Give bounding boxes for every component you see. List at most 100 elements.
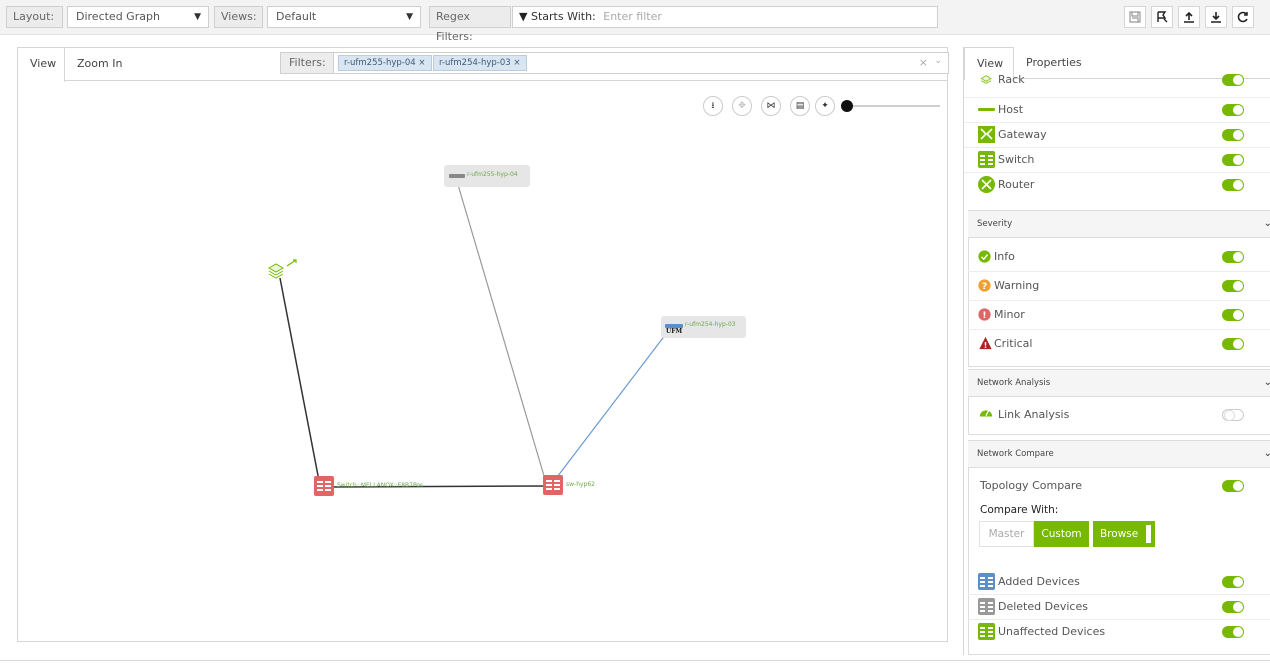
link-analysis-toggle[interactable] — [1222, 409, 1244, 421]
zoom-slider-track[interactable] — [844, 105, 940, 107]
regex-filters-label: Regex Filters: — [429, 6, 511, 43]
router-toggle[interactable] — [1222, 179, 1244, 191]
gateway-toggle[interactable] — [1222, 129, 1244, 141]
critical-toggle[interactable] — [1222, 338, 1244, 350]
tab-zoom-in[interactable]: Zoom In — [65, 48, 134, 81]
upload-button[interactable] — [1178, 6, 1200, 28]
info-check-icon — [978, 250, 991, 263]
refresh-icon — [1237, 11, 1248, 23]
link-line — [455, 177, 548, 487]
filter-chip[interactable]: r-ufm255-hyp-04 × — [338, 55, 432, 71]
info-toggle[interactable] — [1222, 251, 1244, 263]
regex-filter-input[interactable]: ▼ Starts With: Enter filter — [512, 6, 938, 28]
funnel-icon: ▼ — [519, 10, 528, 23]
graph-node-host[interactable]: UFM r-ufm254-hyp-03 — [661, 316, 746, 338]
fit-button[interactable]: ⋈ — [761, 96, 781, 116]
added-devices-toggle[interactable] — [1222, 576, 1244, 588]
filter-chip-label: r-ufm254-hyp-03 — [439, 58, 511, 68]
topology-canvas[interactable]: ⭳ ✥ ⋈ ▤ ✦ r-ufm255-hyp-04 UFM r-ufm254-h… — [18, 82, 947, 641]
severity-label: Minor — [994, 308, 1025, 321]
filter-chip[interactable]: r-ufm254-hyp-03 × — [433, 55, 527, 71]
gateway-icon — [978, 126, 995, 143]
severity-label: Warning — [994, 279, 1040, 292]
section-title: Network Analysis — [977, 378, 1051, 388]
unaffected-devices-toggle[interactable] — [1222, 626, 1244, 638]
warning-icon: ? — [978, 279, 991, 292]
close-icon[interactable]: × — [418, 58, 425, 68]
chevron-down-icon[interactable]: ⌄ — [1264, 370, 1270, 396]
deleted-devices-toggle[interactable] — [1222, 601, 1244, 613]
move-button[interactable]: ✥ — [732, 96, 752, 116]
fork-button[interactable] — [1151, 6, 1173, 28]
topology-compare-toggle[interactable] — [1222, 480, 1244, 492]
views-select[interactable]: Default ▼ — [267, 6, 421, 28]
legend-label: Added Devices — [998, 575, 1080, 588]
device-type-row: Rack — [978, 73, 1263, 98]
topology-compare-label: Topology Compare — [980, 479, 1082, 492]
compare-with-label: Compare With: — [980, 504, 1059, 516]
master-button[interactable]: Master — [979, 521, 1034, 547]
section-title: Network Compare — [977, 449, 1054, 459]
analysis-row: Link Analysis — [978, 402, 1263, 427]
severity-header[interactable]: Severity ⌄ — [968, 210, 1270, 238]
clear-filters-icon[interactable]: × — [919, 56, 928, 69]
tab-view[interactable]: View — [18, 48, 65, 82]
compare-legend-row: Deleted Devices — [978, 594, 1263, 619]
zoom-slider-knob[interactable] — [841, 100, 853, 112]
warning-toggle[interactable] — [1222, 280, 1244, 292]
severity-row: ? Warning — [978, 273, 1263, 298]
svg-text:?: ? — [982, 281, 987, 292]
analysis-label: Link Analysis — [998, 408, 1070, 421]
refresh-button[interactable] — [1232, 6, 1254, 28]
link-line — [279, 277, 321, 487]
custom-button[interactable]: Custom — [1034, 521, 1089, 547]
chevron-down-icon[interactable]: ⌄ — [934, 56, 942, 66]
chevron-down-icon[interactable]: ⌄ — [1264, 211, 1270, 237]
section-title: Severity — [977, 219, 1013, 229]
compare-legend-row: Unaffected Devices — [978, 619, 1263, 644]
fullscreen-button[interactable]: ▤ — [790, 96, 810, 116]
views-value: Default — [276, 10, 317, 23]
download-graph-button[interactable]: ⭳ — [703, 96, 723, 116]
layout-select[interactable]: Directed Graph ▼ — [67, 6, 209, 28]
host-toggle[interactable] — [1222, 104, 1244, 116]
minor-toggle[interactable] — [1222, 309, 1244, 321]
filters-label: Filters: — [280, 52, 335, 74]
graph-node-host[interactable]: r-ufm255-hyp-04 — [444, 165, 530, 187]
chevron-down-icon[interactable]: ⌄ — [1264, 441, 1270, 467]
filters-input[interactable]: r-ufm255-hyp-04 × r-ufm254-hyp-03 × × ⌄ — [333, 52, 949, 74]
center-button[interactable]: ✦ — [815, 96, 835, 116]
download-button[interactable] — [1205, 6, 1227, 28]
device-type-row: Switch — [978, 147, 1263, 172]
divider — [968, 271, 1270, 272]
network-compare-header[interactable]: Network Compare ⌄ — [968, 440, 1270, 468]
filter-placeholder: Enter filter — [603, 10, 662, 23]
browse-button[interactable]: Browse — [1093, 521, 1155, 547]
device-type-label: Switch — [998, 153, 1035, 166]
device-type-label: Router — [998, 178, 1035, 191]
device-type-row: Gateway — [978, 122, 1263, 147]
severity-label: Info — [994, 250, 1015, 263]
legend-label: Deleted Devices — [998, 600, 1088, 613]
compare-legend-row: Added Devices — [978, 569, 1263, 594]
added-devices-icon — [978, 573, 995, 590]
topology-compare-row: Topology Compare — [978, 473, 1263, 498]
layout-value: Directed Graph — [76, 10, 160, 23]
minor-alert-icon: ! — [978, 308, 991, 321]
graph-node-switch[interactable]: sw-hyp62 — [543, 475, 623, 497]
graph-node-rack[interactable] — [266, 258, 300, 282]
switch-toggle[interactable] — [1222, 154, 1244, 166]
rack-toggle[interactable] — [1222, 74, 1244, 86]
network-analysis-header[interactable]: Network Analysis ⌄ — [968, 369, 1270, 397]
graph-node-switch[interactable]: Switch::MELLANOX::F8B7Pos — [314, 476, 474, 498]
node-label: r-ufm255-hyp-04 — [467, 171, 518, 178]
graph-tabs: View Zoom In Filters: r-ufm255-hyp-04 × … — [18, 48, 949, 82]
close-icon[interactable]: × — [513, 58, 520, 68]
host-icon — [449, 174, 465, 178]
top-toolbar: Layout: Directed Graph ▼ Views: Default … — [0, 0, 1270, 43]
save-button[interactable] — [1124, 6, 1146, 28]
router-icon — [978, 176, 995, 193]
unaffected-devices-icon — [978, 623, 995, 640]
properties-panel: View Properties Rack Host Gateway Switch… — [963, 47, 1270, 655]
switch-icon — [314, 476, 334, 496]
